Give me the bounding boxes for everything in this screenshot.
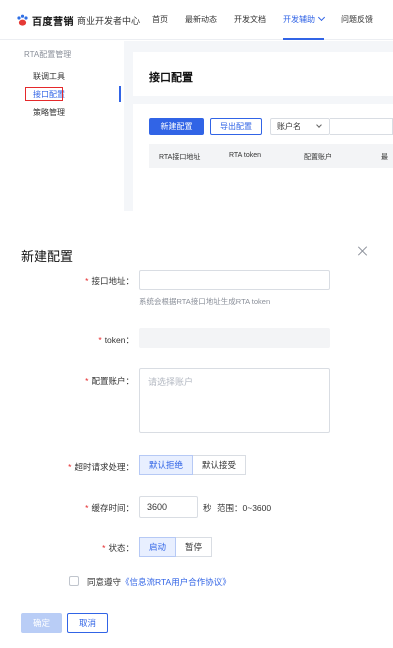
page-title: 接口配置 bbox=[149, 72, 193, 84]
cache-time-unit: 秒 bbox=[203, 503, 212, 513]
account-filter-select[interactable]: 账户名 bbox=[270, 118, 330, 135]
timeout-label-text: 超时请求处理 bbox=[74, 462, 126, 472]
account-filter-input[interactable] bbox=[330, 118, 393, 135]
sidebar-group-title: RTA配置管理 bbox=[24, 50, 72, 59]
token-field bbox=[139, 328, 330, 348]
nav-news[interactable]: 最新动态 bbox=[185, 0, 217, 40]
account-label-text: 配置账户 bbox=[91, 376, 126, 386]
nav-dev-tools-label: 开发辅助 bbox=[283, 15, 315, 24]
interface-address-label-text: 接口地址 bbox=[91, 276, 126, 286]
brand-name: 百度营销 bbox=[32, 16, 74, 28]
required-mark: * bbox=[85, 503, 89, 513]
interface-address-hint: 系统会根据RTA接口地址生成RTA token bbox=[139, 297, 271, 306]
column-header: RTA token bbox=[229, 152, 262, 159]
account-select-textarea[interactable]: 请选择账户 bbox=[139, 368, 330, 433]
token-label-text: token bbox=[104, 335, 126, 345]
dialog-title: 新建配置 bbox=[21, 249, 74, 264]
main-nav: 首页 最新动态 开发文档 开发辅助 问题反馈 bbox=[152, 0, 390, 40]
interface-address-label: * 接口地址： bbox=[85, 276, 134, 286]
column-header: RTA接口地址 bbox=[159, 154, 201, 161]
cache-time-range: 范围：0~3600 bbox=[217, 503, 272, 513]
interface-address-input[interactable] bbox=[139, 270, 330, 290]
table-header: RTA接口地址 RTA token 配置账户 最 bbox=[149, 144, 393, 168]
required-mark: * bbox=[85, 376, 89, 386]
new-config-dialog: 新建配置 * 接口地址： 系统会根据RTA接口地址生成RTA token * tok… bbox=[0, 232, 393, 648]
baidu-paw-icon bbox=[16, 14, 29, 27]
status-label-text: 状态 bbox=[108, 543, 126, 553]
default-accept-button[interactable]: 默认接受 bbox=[193, 455, 247, 475]
status-start-button[interactable]: 启动 bbox=[139, 537, 177, 557]
cache-time-input[interactable]: 3600 bbox=[139, 496, 198, 518]
nav-feedback[interactable]: 问题反馈 bbox=[341, 0, 373, 40]
required-mark: * bbox=[98, 335, 102, 345]
token-label: * token： bbox=[98, 335, 134, 345]
agreement-checkbox[interactable] bbox=[69, 576, 79, 586]
column-header: 配置账户 bbox=[304, 154, 332, 161]
nav-docs[interactable]: 开发文档 bbox=[234, 0, 266, 40]
cache-time-label-text: 缓存时间 bbox=[91, 503, 126, 513]
account-placeholder: 请选择账户 bbox=[148, 377, 194, 387]
status-label: * 状态： bbox=[102, 543, 134, 553]
export-config-button[interactable]: 导出配置 bbox=[210, 118, 262, 135]
confirm-button[interactable]: 确定 bbox=[21, 613, 62, 633]
sidebar: RTA配置管理 联调工具 接口配置 策略管理 bbox=[0, 41, 122, 206]
required-mark: * bbox=[68, 462, 72, 472]
status-pause-button[interactable]: 暂停 bbox=[176, 537, 213, 557]
nav-home[interactable]: 首页 bbox=[152, 0, 168, 40]
sidebar-active-indicator bbox=[119, 86, 121, 102]
chevron-down-icon bbox=[316, 122, 322, 128]
list-card: 新建配置 导出配置 账户名 RTA接口地址 RTA token 配置账户 最 bbox=[133, 104, 393, 211]
brand-subtitle: 商业开发者中心 bbox=[77, 15, 141, 26]
agreement-link[interactable]: 《信息流RTA用户合作协议》 bbox=[121, 577, 231, 587]
status-segmented-control: 启动 暂停 bbox=[139, 537, 213, 557]
highlight-annotation-box bbox=[25, 87, 63, 101]
nav-dev-tools[interactable]: 开发辅助 bbox=[283, 0, 326, 40]
required-mark: * bbox=[102, 543, 106, 553]
page-header-card: 接口配置 bbox=[133, 52, 393, 96]
cache-time-label: * 缓存时间： bbox=[85, 503, 134, 513]
sidebar-item-debug-tool[interactable]: 联调工具 bbox=[33, 71, 65, 82]
top-nav-bar: 百度营销 商业开发者中心 首页 最新动态 开发文档 开发辅助 问题反馈 bbox=[0, 0, 393, 40]
agreement-prefix: 同意遵守 bbox=[87, 577, 122, 587]
account-label: * 配置账户： bbox=[85, 376, 134, 386]
default-reject-button[interactable]: 默认拒绝 bbox=[139, 455, 194, 475]
agreement-text: 同意遵守《信息流RTA用户合作协议》 bbox=[87, 576, 231, 588]
timeout-segmented-control: 默认拒绝 默认接受 bbox=[139, 455, 247, 475]
chevron-down-icon bbox=[317, 13, 326, 22]
column-header: 最 bbox=[381, 154, 388, 161]
required-mark: * bbox=[85, 276, 89, 286]
baidu-logo[interactable]: 百度营销 商业开发者中心 bbox=[16, 13, 141, 28]
new-config-button[interactable]: 新建配置 bbox=[149, 118, 204, 135]
cancel-button[interactable]: 取消 bbox=[67, 613, 108, 633]
account-filter-label: 账户名 bbox=[277, 122, 301, 131]
sidebar-item-strategy[interactable]: 策略管理 bbox=[33, 107, 65, 118]
close-icon[interactable] bbox=[356, 244, 370, 258]
timeout-label: * 超时请求处理： bbox=[68, 462, 134, 472]
